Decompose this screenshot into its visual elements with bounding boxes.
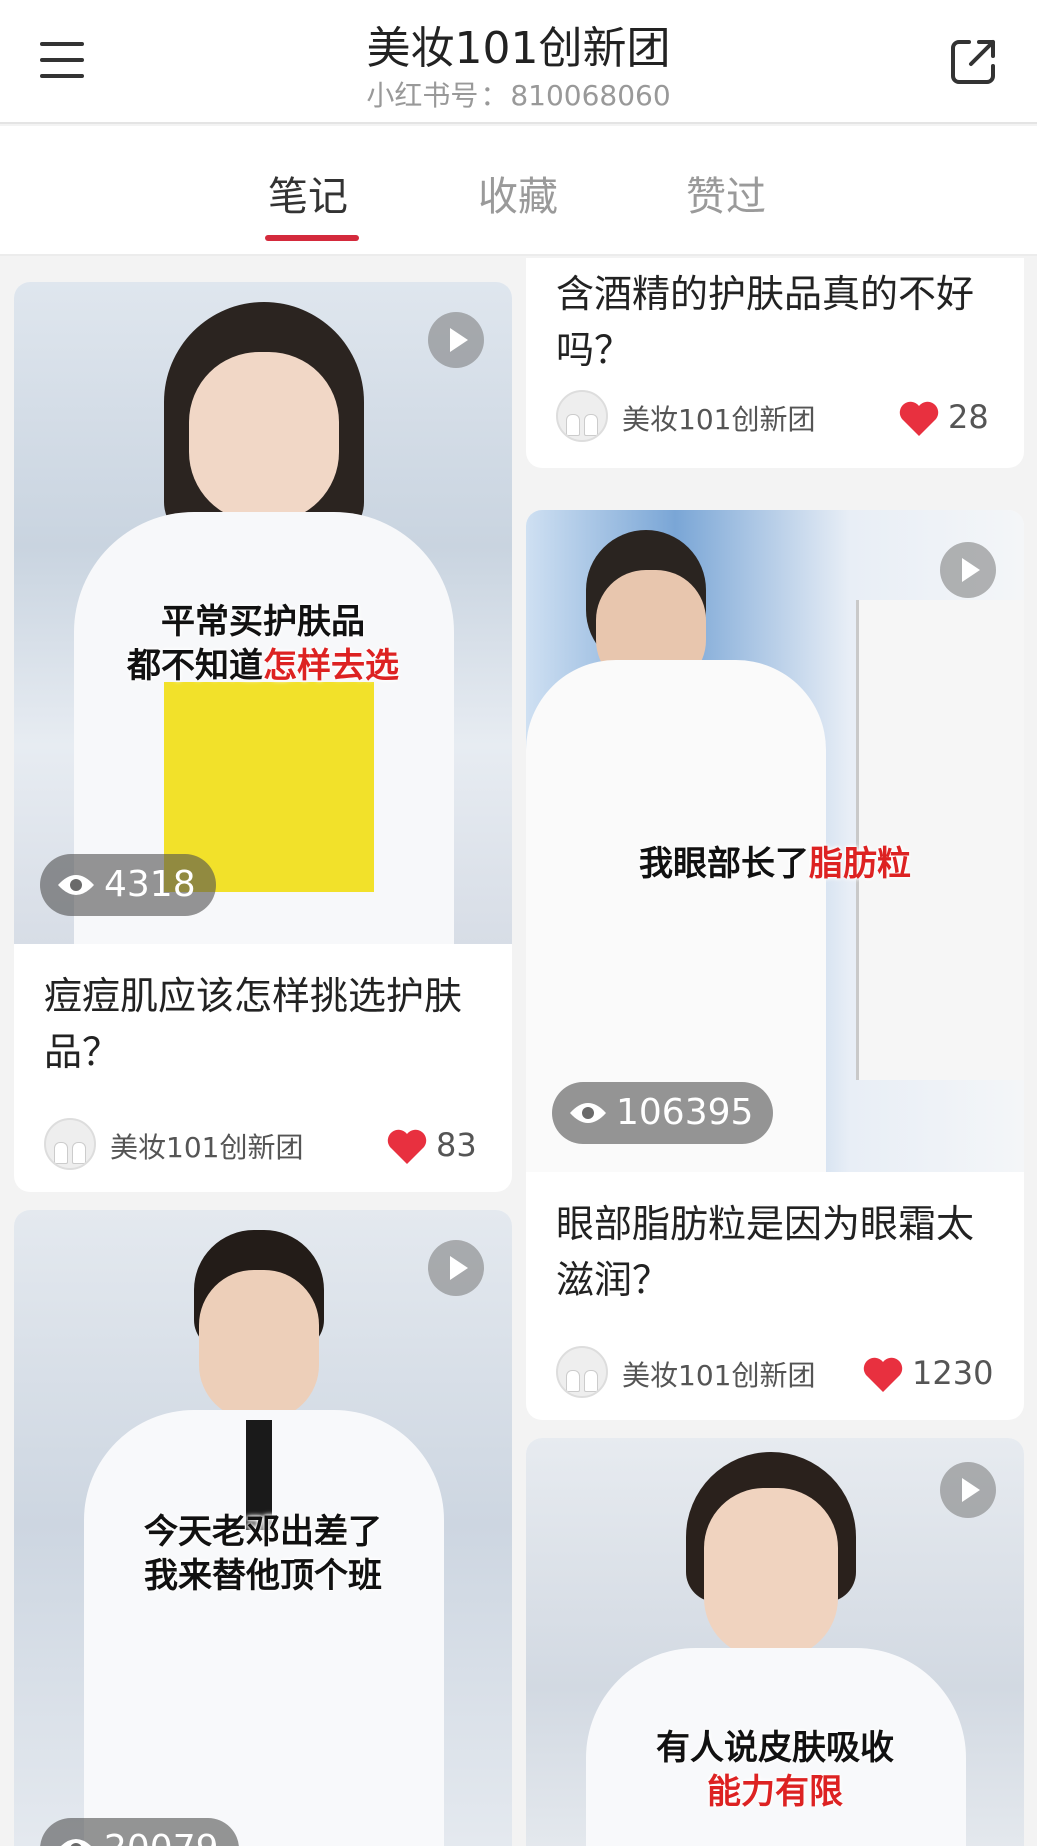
note-card[interactable]: 有人说皮肤吸收 能力有限: [526, 1438, 1024, 1846]
account-id-line: 小红书号：810068060: [0, 74, 1037, 114]
video-caption: 有人说皮肤吸收 能力有限: [526, 1726, 1024, 1814]
view-count: 20079: [104, 1828, 219, 1846]
share-icon[interactable]: [947, 34, 1001, 88]
view-count: 106395: [616, 1092, 754, 1133]
caption-highlight: 能力有限: [707, 1772, 843, 1812]
view-count: 4318: [104, 864, 196, 905]
eye-icon: [61, 1839, 91, 1846]
view-count-badge: 20079: [40, 1818, 239, 1846]
like-button[interactable]: 83: [386, 1118, 496, 1172]
caption-highlight: 怎样去选: [263, 646, 399, 686]
note-card[interactable]: 我眼部长了脂肪粒 106395 眼部脂肪粒是因为眼霜太滋润？ 美妆101创新团 …: [526, 510, 1024, 1420]
like-count: 83: [436, 1126, 477, 1164]
caption-line: 我来替他顶个班: [144, 1556, 382, 1596]
account-separator: ：: [480, 79, 509, 112]
note-card[interactable]: 含酒精的护肤品真的不好吗？ 美妆101创新团 28: [526, 258, 1024, 468]
top-bar: 美妆101创新团 小红书号：810068060: [0, 0, 1037, 124]
like-button[interactable]: 28: [898, 390, 1008, 444]
video-thumbnail[interactable]: 我眼部长了脂肪粒 106395: [526, 510, 1024, 1172]
caption-line: 今天老邓出差了: [144, 1512, 382, 1552]
account-id: 810068060: [510, 79, 671, 112]
like-count: 1230: [912, 1354, 994, 1392]
author[interactable]: 美妆101创新团: [556, 1346, 816, 1400]
tab-favorites[interactable]: 收藏: [478, 164, 558, 222]
avatar: [556, 1346, 608, 1398]
view-count-badge: 106395: [552, 1082, 774, 1144]
author-name: 美妆101创新团: [110, 1131, 304, 1164]
video-caption: 平常买护肤品 都不知道怎样去选: [14, 600, 512, 688]
caption-highlight: 脂肪粒: [809, 844, 911, 884]
video-caption: 今天老邓出差了 我来替他顶个班: [14, 1510, 512, 1598]
note-title[interactable]: 眼部脂肪粒是因为眼霜太滋润？: [556, 1196, 994, 1308]
notes-feed: 平常买护肤品 都不知道怎样去选 4318 痘痘肌应该怎样挑选护肤品？ 美妆101…: [0, 258, 1037, 1846]
heart-icon: [863, 1357, 903, 1392]
video-thumbnail[interactable]: 有人说皮肤吸收 能力有限: [526, 1438, 1024, 1846]
page-title: 美妆101创新团: [366, 23, 671, 74]
play-icon: [428, 312, 484, 368]
video-caption: 我眼部长了脂肪粒: [526, 842, 1024, 886]
video-thumbnail[interactable]: 平常买护肤品 都不知道怎样去选 4318: [14, 282, 512, 944]
play-icon: [940, 1462, 996, 1518]
active-tab-indicator: [265, 235, 359, 241]
caption-line: 平常买护肤品: [161, 602, 365, 642]
caption-line: 我眼部长了: [639, 844, 809, 884]
tab-notes[interactable]: 笔记: [268, 164, 348, 222]
eye-icon: [570, 1103, 606, 1123]
avatar: [556, 390, 608, 442]
author-name: 美妆101创新团: [622, 403, 816, 436]
video-thumbnail[interactable]: 今天老邓出差了 我来替他顶个班 20079: [14, 1210, 512, 1846]
like-button[interactable]: 1230: [862, 1346, 1008, 1400]
play-icon: [940, 542, 996, 598]
note-card[interactable]: 今天老邓出差了 我来替他顶个班 20079: [14, 1210, 512, 1846]
account-label: 小红书号: [366, 79, 479, 112]
heart-icon: [387, 1129, 427, 1164]
tab-bar: 笔记 收藏 赞过: [0, 126, 1037, 256]
author-name: 美妆101创新团: [622, 1359, 816, 1392]
caption-line: 有人说皮肤吸收: [656, 1728, 894, 1768]
author[interactable]: 美妆101创新团: [44, 1118, 304, 1172]
view-count-badge: 4318: [40, 854, 216, 916]
note-title[interactable]: 痘痘肌应该怎样挑选护肤品？: [44, 968, 482, 1080]
note-card[interactable]: 平常买护肤品 都不知道怎样去选 4318 痘痘肌应该怎样挑选护肤品？ 美妆101…: [14, 282, 512, 1192]
tab-liked[interactable]: 赞过: [686, 164, 766, 222]
play-icon: [428, 1240, 484, 1296]
heart-icon: [899, 401, 939, 436]
like-count: 28: [948, 398, 989, 436]
note-title[interactable]: 含酒精的护肤品真的不好吗？: [556, 266, 994, 378]
avatar: [44, 1118, 96, 1170]
author[interactable]: 美妆101创新团: [556, 390, 816, 444]
caption-line: 都不知道: [127, 646, 263, 686]
eye-icon: [58, 875, 94, 895]
